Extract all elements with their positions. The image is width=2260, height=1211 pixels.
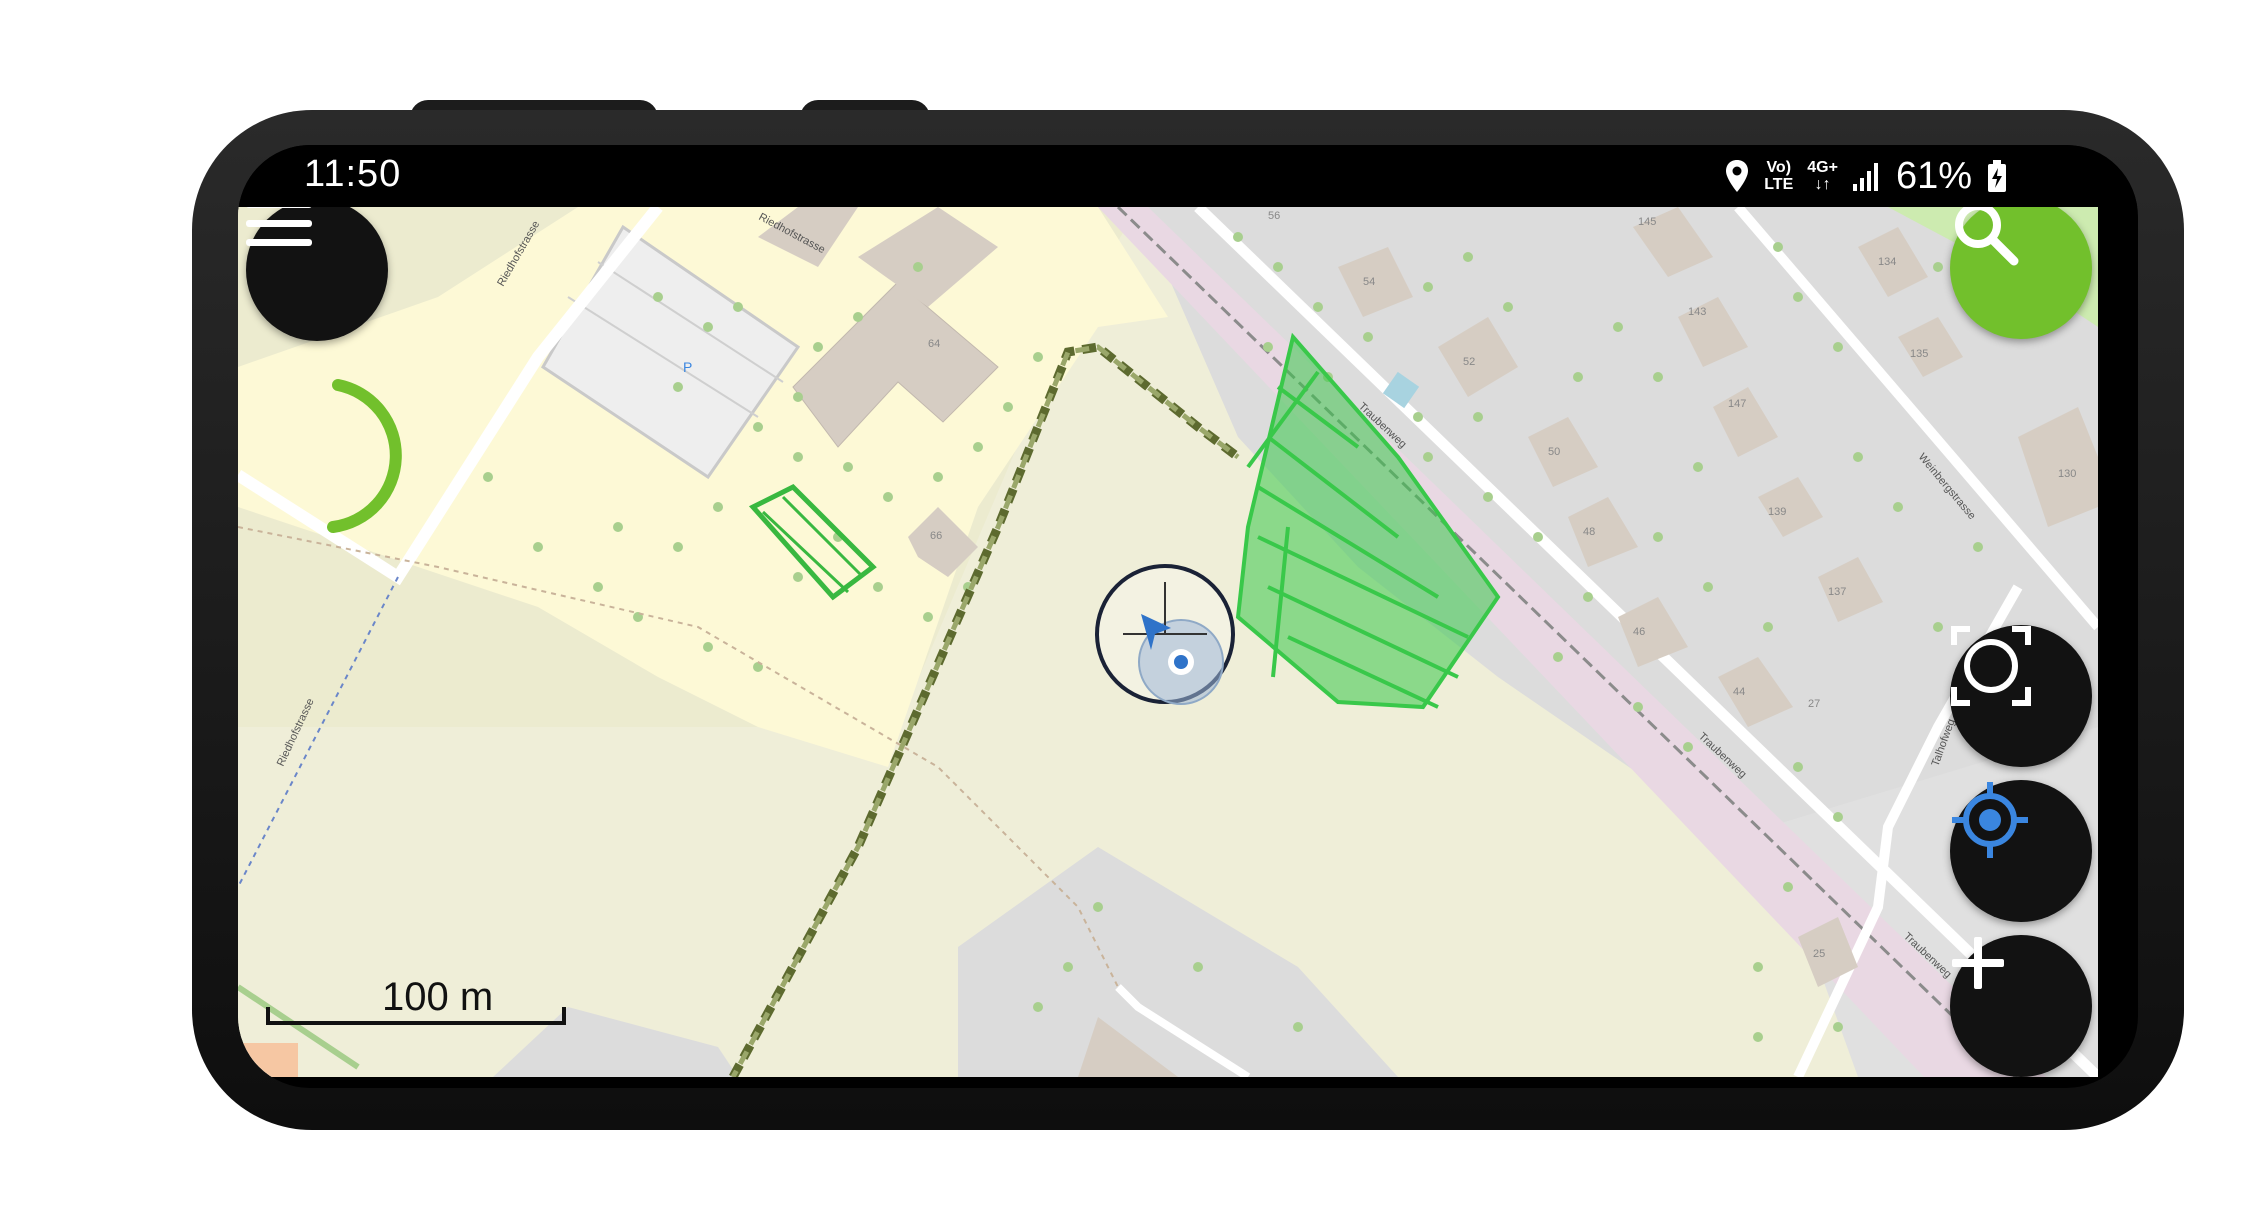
svg-text:147: 147 [1728,398,1746,410]
my-location-button[interactable] [1950,780,2092,922]
network-label: 4G+ [1807,159,1838,176]
svg-text:46: 46 [1633,626,1645,638]
zoom-to-extent-icon [1951,626,2031,706]
battery-percentage: 61% [1895,154,1972,197]
gps-location-marker [1095,564,1235,705]
svg-text:27: 27 [1808,698,1820,710]
loading-indicator [327,379,402,533]
svg-text:137: 137 [1828,586,1846,598]
search-icon [1955,207,2019,266]
svg-text:64: 64 [928,338,940,350]
svg-text:145: 145 [1638,216,1656,228]
svg-text:56: 56 [1268,210,1280,222]
svg-text:66: 66 [930,530,942,542]
scale-bar-line [266,1007,566,1025]
location-pin-icon [1726,160,1749,192]
add-feature-button[interactable] [1950,935,2092,1077]
lte-label: LTE [1764,176,1794,193]
volte-label: Vo) [1766,159,1792,176]
data-arrows-icon: ↓↑ [1814,176,1831,193]
svg-text:52: 52 [1463,356,1475,368]
status-icons: Vo) LTE 4G+ ↓↑ 61% [1724,151,2008,201]
svg-text:25: 25 [1813,948,1825,960]
svg-text:135: 135 [1910,348,1928,360]
phone-screen: 11:50 Vo) LTE 4G+ ↓↑ 61% P 64 66 54 52 5… [238,145,2138,1088]
network-indicator: 4G+ ↓↑ [1807,159,1838,193]
svg-text:54: 54 [1363,276,1375,288]
map-view[interactable]: P 64 66 54 52 56 145 143 147 50 48 46 44… [238,207,2098,1077]
status-time: 11:50 [304,153,402,195]
signal-icon [1852,163,1878,191]
svg-text:143: 143 [1688,306,1706,318]
svg-text:130: 130 [2058,468,2076,480]
my-location-icon [1952,782,2028,858]
svg-text:44: 44 [1733,686,1745,698]
menu-icon [246,207,312,246]
parking-label: P [683,359,692,375]
zoom-to-extent-button[interactable] [1950,625,2092,767]
plus-icon [1952,937,2004,989]
svg-text:50: 50 [1548,446,1560,458]
battery-charging-icon [1988,160,2006,192]
svg-text:134: 134 [1878,256,1896,268]
scale-bar: 100 m [266,975,566,1027]
status-bar: 11:50 Vo) LTE 4G+ ↓↑ 61% [238,145,2138,207]
svg-text:48: 48 [1583,526,1595,538]
svg-text:139: 139 [1768,506,1786,518]
volte-indicator: Vo) LTE [1764,159,1793,193]
